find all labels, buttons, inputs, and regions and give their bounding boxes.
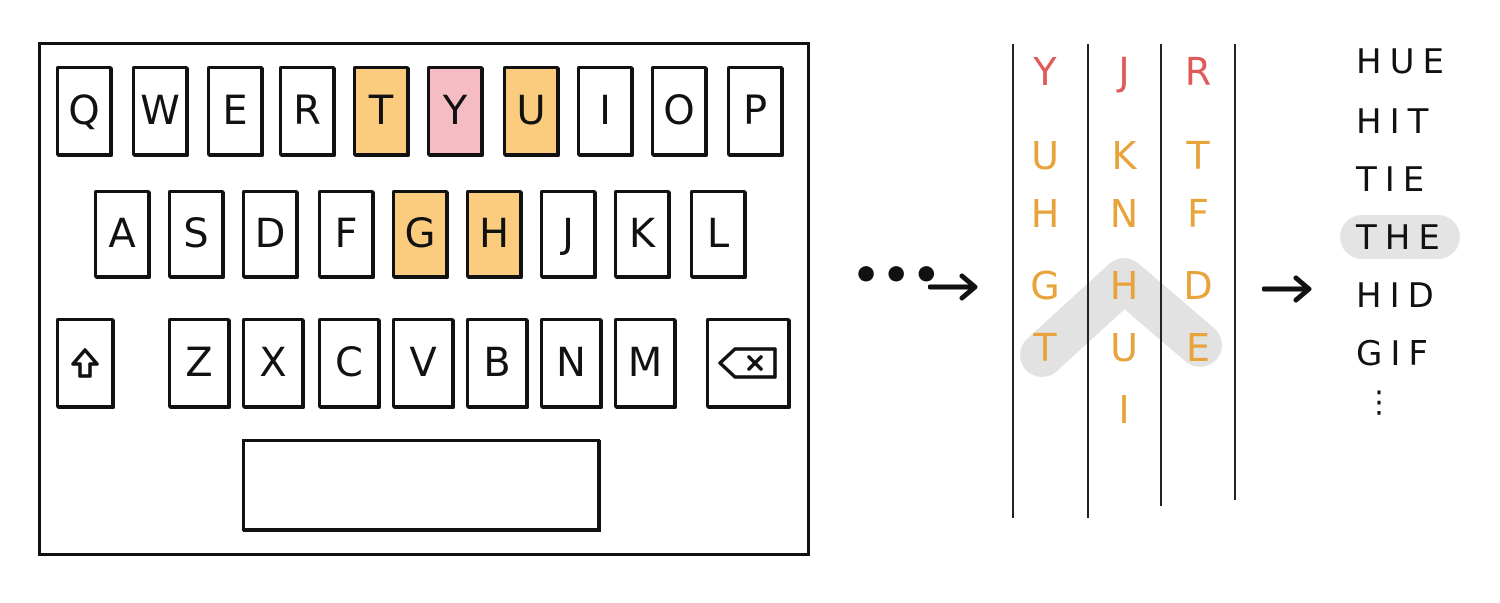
column-divider [1087,44,1089,518]
candidate-letter: U [1031,134,1059,178]
column-divider [1160,44,1162,506]
decode-path-highlight [1020,258,1222,377]
candidate-letter: H [1030,192,1060,236]
candidate-top-letter: Y [1033,50,1057,94]
more-indicator: ⋮ [1364,385,1394,420]
candidate-top-letter: J [1118,50,1130,94]
word-candidate[interactable]: HID [1356,276,1442,316]
word-candidate[interactable]: TIE [1356,160,1432,200]
word-candidate[interactable]: HUE [1356,42,1452,82]
word-candidate-selected[interactable]: THE [1356,218,1448,258]
candidate-letter: U [1110,326,1138,370]
candidate-letter: E [1185,326,1210,370]
candidate-letter: K [1111,134,1137,178]
candidate-letter: F [1187,192,1209,236]
candidate-letter: D [1183,264,1213,308]
candidate-letter: T [1186,134,1210,178]
candidate-top-letter: R [1184,50,1212,94]
candidate-letter: G [1030,264,1060,308]
word-candidate[interactable]: GIF [1356,334,1436,374]
word-candidate[interactable]: HIT [1356,102,1436,142]
column-divider [1234,44,1236,500]
candidate-letter: N [1109,192,1139,236]
candidate-letter: H [1109,264,1139,308]
column-divider [1012,44,1014,518]
candidate-letter: I [1118,388,1130,432]
candidate-letter: T [1033,326,1057,370]
